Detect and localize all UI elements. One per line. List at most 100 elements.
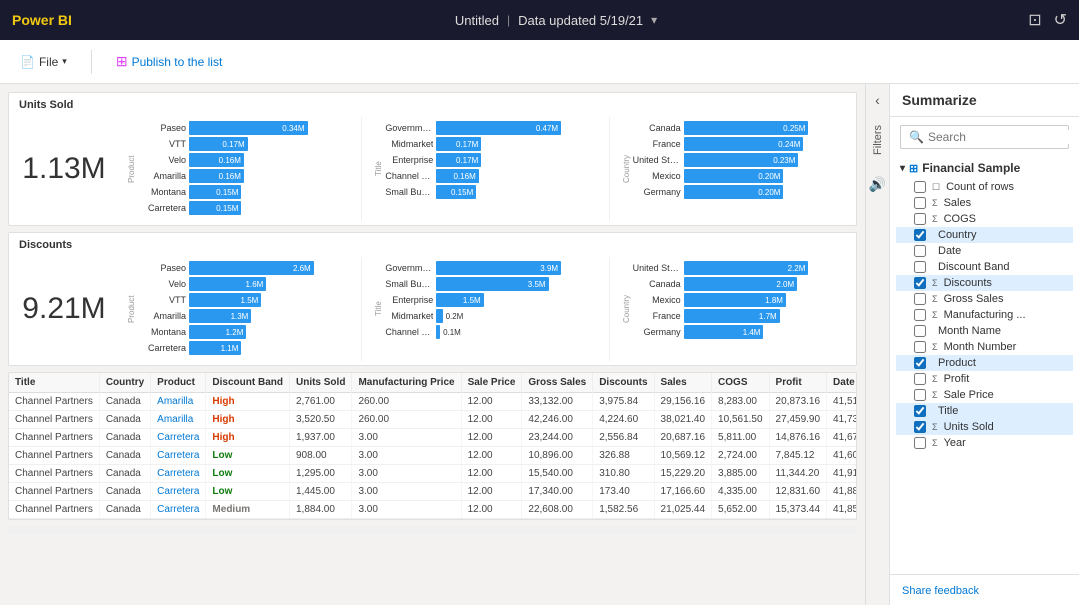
filter-type-icon: Σ	[932, 374, 938, 384]
filter-item[interactable]: ΣGross Sales	[896, 291, 1073, 307]
filter-item-label: Sale Price	[944, 389, 994, 401]
table-cell: Low	[206, 447, 290, 465]
filter-item-label: COGS	[944, 213, 976, 225]
filter-checkbox[interactable]	[914, 389, 926, 401]
bar-row: Amarilla0.16M	[138, 169, 355, 183]
filter-item[interactable]: ΣYear	[896, 435, 1073, 451]
filter-item[interactable]: ΣUnits Sold	[896, 419, 1073, 435]
table-cell: 41,671.00	[827, 429, 857, 447]
filter-item[interactable]: ΣSales	[896, 195, 1073, 211]
bar-fill: 0.20M	[684, 185, 784, 199]
filter-item-label: Manufacturing ...	[944, 309, 1026, 321]
table-cell: 41,852.00	[827, 501, 857, 519]
publish-button[interactable]: ⊞ Publish to the list	[108, 49, 230, 74]
table-header: Country	[99, 373, 150, 393]
file-button[interactable]: 📄 File ▾	[12, 51, 75, 73]
filter-item[interactable]: ΣProfit	[896, 371, 1073, 387]
bar-label: Enterprise	[385, 155, 433, 165]
table-cell: Carretera	[151, 501, 206, 519]
filter-checkbox[interactable]	[914, 213, 926, 225]
filter-checkbox[interactable]	[914, 405, 926, 417]
filter-item[interactable]: ΣDiscounts	[896, 275, 1073, 291]
filters-tab-label[interactable]: Filters	[868, 116, 888, 164]
table-cell: 41,518.00	[827, 393, 857, 411]
share-feedback-link[interactable]: Share feedback	[902, 585, 979, 597]
filter-checkbox[interactable]	[914, 373, 926, 385]
table-cell: Carretera	[151, 465, 206, 483]
table-cell: 3,520.50	[289, 411, 351, 429]
bar-value: 0.15M	[216, 204, 238, 213]
bar-value: 0.17M	[222, 140, 244, 149]
table-cell: 7,845.12	[769, 447, 827, 465]
bar-fill: 0.16M	[436, 169, 478, 183]
bar-row: Midmarket0.2M	[385, 309, 602, 323]
filter-item[interactable]: ΣCOGS	[896, 211, 1073, 227]
filter-item[interactable]: ΣMonth Number	[896, 339, 1073, 355]
filter-checkbox[interactable]	[914, 197, 926, 209]
table-cell: Carretera	[151, 483, 206, 501]
filter-checkbox[interactable]	[914, 229, 926, 241]
bar-label: Channel P...	[385, 171, 433, 181]
bar-label: Midmarket	[385, 139, 433, 149]
bar-row: Channel P...0.16M	[385, 169, 602, 183]
filter-item[interactable]: Country	[896, 227, 1073, 243]
bar-label: Governme...	[385, 123, 433, 133]
table-cell: 2,724.00	[712, 447, 770, 465]
filter-checkbox[interactable]	[914, 261, 926, 273]
chevron-down-icon[interactable]: ▾	[651, 13, 657, 27]
collapse-icon[interactable]: ‹	[875, 92, 880, 108]
filters-collapse-tab[interactable]: ‹ Filters 🔊	[865, 84, 889, 605]
filter-checkbox[interactable]	[914, 181, 926, 193]
bar-row: Montana1.2M	[138, 325, 355, 339]
filter-item[interactable]: Month Name	[896, 323, 1073, 339]
bar-fill	[436, 325, 440, 339]
product-axis-label: Product	[125, 121, 138, 217]
filter-checkbox[interactable]	[914, 293, 926, 305]
table-header: Title	[9, 373, 99, 393]
table-cell: 15,373.44	[769, 501, 827, 519]
filter-item[interactable]: Date	[896, 243, 1073, 259]
bar-value: 1.2M	[226, 328, 244, 337]
refresh-icon[interactable]: ↺	[1054, 10, 1067, 30]
units-sold-content: 1.13M Product Paseo0.34MVTT0.17MVelo0.16…	[9, 113, 856, 225]
filter-checkbox[interactable]	[914, 357, 926, 369]
table-cell: Amarilla	[151, 393, 206, 411]
table-cell: Medium	[206, 501, 290, 519]
filter-item[interactable]: Product	[896, 355, 1073, 371]
search-input[interactable]	[928, 130, 1079, 144]
speaker-icon[interactable]: 🔊	[869, 176, 886, 193]
search-box[interactable]: 🔍	[900, 125, 1069, 149]
file-icon: 📄	[20, 55, 35, 69]
bar-label: Germany	[633, 187, 681, 197]
bar-value: 0.16M	[219, 156, 241, 165]
filter-type-icon: Σ	[932, 310, 938, 320]
data-grid: TitleCountryProductDiscount BandUnits So…	[9, 373, 857, 519]
filter-item[interactable]: Σ Manufacturing ...	[896, 307, 1073, 323]
filter-item[interactable]: ☐Count of rows	[896, 179, 1073, 195]
table-cell: Channel Partners	[9, 393, 99, 411]
filter-checkbox[interactable]	[914, 277, 926, 289]
bar-fill: 1.8M	[684, 293, 786, 307]
filter-checkbox[interactable]	[914, 325, 926, 337]
filter-item[interactable]: ΣSale Price	[896, 387, 1073, 403]
horizontal-scroll[interactable]	[8, 526, 857, 534]
filter-item[interactable]: Title	[896, 403, 1073, 419]
table-cell: 10,561.50	[712, 411, 770, 429]
filter-item-label: Sales	[944, 197, 972, 209]
tree-parent-financial[interactable]: ▾ ⊞ Financial Sample	[896, 157, 1073, 179]
filter-checkbox[interactable]	[914, 421, 926, 433]
table-cell: 11,344.20	[769, 465, 827, 483]
filter-checkbox[interactable]	[914, 437, 926, 449]
filter-checkbox[interactable]	[914, 245, 926, 257]
table-cell: 29,156.16	[654, 393, 712, 411]
filter-checkbox[interactable]	[914, 309, 926, 321]
filter-checkbox[interactable]	[914, 341, 926, 353]
bar-row: Paseo0.34M	[138, 121, 355, 135]
table-cell: 27,459.90	[769, 411, 827, 429]
bar-fill: 0.15M	[189, 201, 241, 215]
filter-item[interactable]: Discount Band	[896, 259, 1073, 275]
table-cell: 3,885.00	[712, 465, 770, 483]
window-icon[interactable]: ⊡	[1028, 10, 1041, 30]
bar-row: Velo1.6M	[138, 277, 355, 291]
table-cell: 310.80	[593, 465, 654, 483]
